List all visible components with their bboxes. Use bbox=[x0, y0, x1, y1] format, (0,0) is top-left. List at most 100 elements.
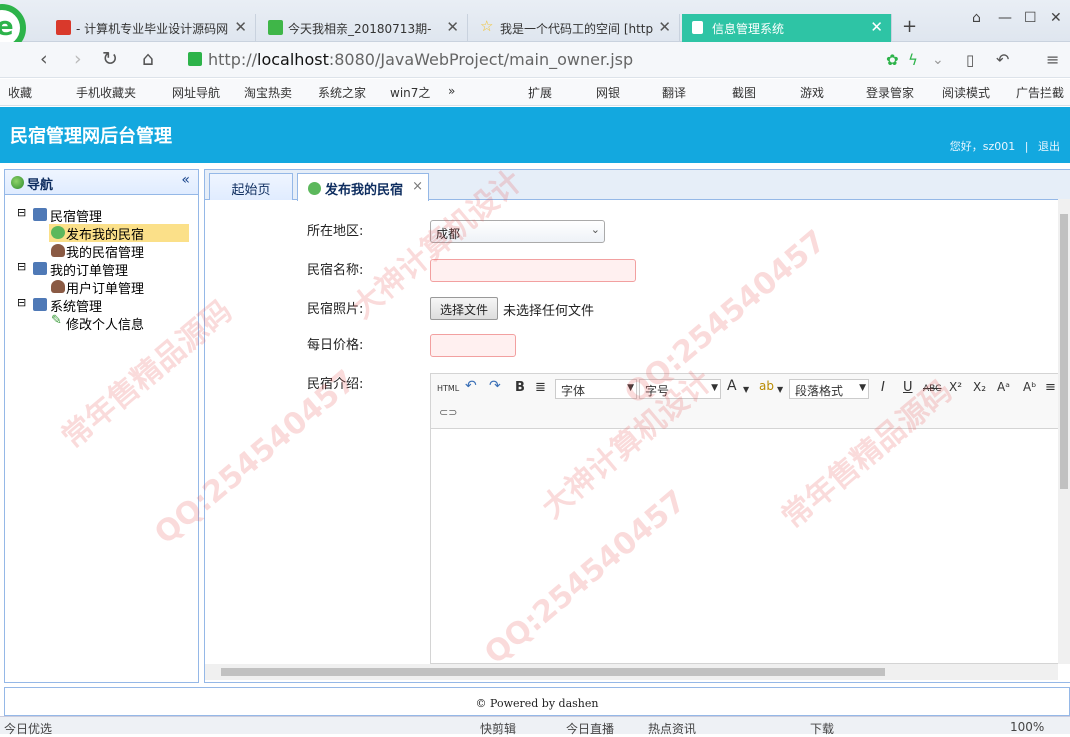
minimize-button[interactable]: — bbox=[998, 10, 1012, 26]
tab-publish[interactable]: 发布我的民宿 × bbox=[297, 173, 429, 201]
bookmark-item[interactable]: 登录管家 bbox=[866, 84, 914, 101]
refresh-icon[interactable]: ↻ bbox=[102, 48, 118, 70]
back-icon[interactable]: ‹ bbox=[40, 48, 48, 70]
bookmark-item[interactable]: 翻译 bbox=[662, 84, 686, 101]
browser-tab-1[interactable]: - 计算机专业毕业设计源码网 ✕ bbox=[46, 14, 256, 42]
list-icon[interactable]: ≣ bbox=[535, 380, 546, 395]
browser-tab-active[interactable]: 信息管理系统 ✕ bbox=[682, 14, 892, 42]
skin-icon[interactable]: ⌂ bbox=[972, 10, 981, 26]
redo-icon[interactable]: ↷ bbox=[489, 378, 501, 394]
tree-node-user-orders[interactable]: 用户订单管理 bbox=[49, 278, 189, 297]
horizontal-scrollbar[interactable] bbox=[205, 664, 1058, 680]
phone-icon[interactable]: ▯ bbox=[966, 51, 974, 69]
maximize-button[interactable]: ☐ bbox=[1024, 10, 1037, 26]
status-item[interactable]: 今日直播 bbox=[566, 720, 614, 737]
bookmark-item[interactable]: 手机收藏夹 bbox=[76, 84, 136, 101]
status-item[interactable]: 今日优选 bbox=[4, 720, 52, 737]
photo-label: 民宿照片: bbox=[307, 302, 364, 317]
status-item[interactable]: 下载 bbox=[810, 720, 834, 737]
font-color-button[interactable]: A bbox=[727, 378, 737, 394]
close-icon[interactable]: ✕ bbox=[234, 18, 247, 36]
font-case-icon[interactable]: Aᵇ bbox=[1023, 380, 1036, 394]
lightning-icon[interactable]: ϟ bbox=[908, 51, 918, 69]
bookmark-more[interactable]: » bbox=[448, 84, 455, 98]
bookmark-item[interactable]: 收藏 bbox=[8, 84, 32, 101]
menu-icon[interactable]: ≡ bbox=[1046, 50, 1059, 69]
page-icon bbox=[692, 21, 703, 34]
collapse-toggle-icon[interactable]: ⊟ bbox=[17, 296, 26, 309]
bookmark-item[interactable]: 广告拦截 bbox=[1016, 84, 1064, 101]
bookmark-item[interactable]: win7之 bbox=[390, 84, 430, 101]
computer-icon bbox=[33, 298, 47, 311]
subscript-button[interactable]: X₂ bbox=[973, 380, 986, 394]
name-label: 民宿名称: bbox=[307, 263, 364, 278]
dropdown-arrow-icon: ▼ bbox=[859, 383, 866, 393]
tree-node-my-minsu[interactable]: 我的民宿管理 bbox=[49, 242, 189, 261]
price-input[interactable] bbox=[430, 334, 516, 357]
bookmark-item[interactable]: 扩展 bbox=[528, 84, 552, 101]
undo-icon[interactable]: ↶ bbox=[996, 50, 1009, 69]
highlight-icon[interactable]: ab bbox=[759, 379, 774, 393]
status-item[interactable]: 快剪辑 bbox=[480, 720, 516, 737]
scrollbar-thumb[interactable] bbox=[221, 668, 885, 676]
bookmark-item[interactable]: 网址导航 bbox=[172, 84, 220, 101]
tree-node-system[interactable]: ⊟ 系统管理 bbox=[17, 296, 197, 315]
bookmark-item[interactable]: 截图 bbox=[732, 84, 756, 101]
accelerate-icon[interactable]: ✿ bbox=[886, 51, 899, 69]
bookmark-item[interactable]: 游戏 bbox=[800, 84, 824, 101]
bookmark-item[interactable]: 淘宝热卖 bbox=[244, 84, 292, 101]
tab-home[interactable]: 起始页 bbox=[209, 173, 293, 200]
bookmark-item[interactable]: 阅读模式 bbox=[942, 84, 990, 101]
close-icon[interactable]: ✕ bbox=[446, 18, 459, 36]
home-icon[interactable]: ⌂ bbox=[142, 48, 154, 70]
tree-node-publish[interactable]: 发布我的民宿 bbox=[49, 224, 189, 243]
collapse-toggle-icon[interactable]: ⊟ bbox=[17, 206, 26, 219]
html-source-button[interactable]: HTML bbox=[437, 384, 459, 393]
browser-tab-3[interactable]: ☆ 我是一个代码工的空间 [http ✕ bbox=[470, 14, 680, 42]
tree-node-profile[interactable]: ✎ 修改个人信息 bbox=[49, 313, 189, 333]
bookmark-item[interactable]: 系统之家 bbox=[318, 84, 366, 101]
page-footer: © Powered by dashen bbox=[4, 687, 1070, 716]
tree-node-orders[interactable]: ⊟ 我的订单管理 bbox=[17, 260, 197, 279]
paragraph-format-select[interactable]: 段落格式 ▼ bbox=[789, 379, 869, 399]
collapse-toggle-icon[interactable]: ⊟ bbox=[17, 260, 26, 273]
browser-tab-2[interactable]: 今天我相亲_20180713期- ✕ bbox=[258, 14, 468, 42]
forward-icon[interactable]: › bbox=[74, 48, 82, 70]
undo-icon[interactable]: ↶ bbox=[465, 378, 477, 394]
vertical-scrollbar[interactable] bbox=[1058, 199, 1070, 664]
font-family-select[interactable]: 字体 ▼ bbox=[555, 379, 637, 399]
choose-file-button[interactable]: 选择文件 bbox=[430, 297, 498, 320]
tree-label: 用户订单管理 bbox=[66, 282, 145, 297]
link-icon[interactable]: ⊂⊃ bbox=[439, 406, 457, 419]
collapse-icon[interactable]: « bbox=[181, 172, 190, 188]
close-icon[interactable]: × bbox=[412, 179, 423, 194]
align-left-icon[interactable]: ≡ bbox=[1045, 380, 1056, 395]
region-select[interactable]: 成都 ⌄ bbox=[430, 220, 605, 243]
url-bar[interactable]: http://localhost:8080/JavaWebProject/mai… bbox=[184, 47, 884, 73]
status-item[interactable]: 热点资讯 bbox=[648, 720, 696, 737]
tree-node-minsu[interactable]: ⊟ 民宿管理 bbox=[17, 206, 197, 225]
font-size-value: 字号 bbox=[645, 384, 670, 398]
close-icon[interactable]: ✕ bbox=[658, 18, 671, 36]
bold-button[interactable]: B bbox=[515, 380, 525, 395]
new-tab-button[interactable]: + bbox=[902, 16, 917, 37]
font-size-select[interactable]: 字号 ▼ bbox=[639, 379, 721, 399]
strikethrough-button[interactable]: ABC bbox=[923, 384, 941, 394]
dropdown-arrow-icon[interactable]: ▼ bbox=[743, 385, 749, 394]
url-path: :8080/JavaWebProject/main_owner.jsp bbox=[328, 50, 634, 69]
underline-button[interactable]: U bbox=[903, 380, 913, 395]
superscript-button[interactable]: X² bbox=[949, 380, 962, 394]
dropdown-arrow-icon[interactable]: ▼ bbox=[777, 385, 783, 394]
intro-editor[interactable]: HTML ↶ ↷ B ≣ 字体 ▼ 字号 ▼ A ▼ ab ▼ 段落格式 ▼ I U … bbox=[430, 373, 1061, 664]
name-input[interactable] bbox=[430, 259, 636, 282]
bookmark-item[interactable]: 网银 bbox=[596, 84, 620, 101]
zoom-level[interactable]: 100% bbox=[1010, 720, 1044, 734]
logout-link[interactable]: 退出 bbox=[1038, 140, 1060, 153]
close-icon[interactable]: ✕ bbox=[870, 18, 883, 36]
dropdown-icon[interactable]: ⌄ bbox=[932, 52, 944, 68]
scrollbar-thumb[interactable] bbox=[1060, 214, 1068, 489]
app-header: 民宿管理网后台管理 您好，sz001 | 退出 bbox=[0, 107, 1070, 163]
close-window-button[interactable]: ✕ bbox=[1050, 10, 1062, 26]
clear-format-icon[interactable]: Aᵃ bbox=[997, 380, 1010, 394]
italic-button[interactable]: I bbox=[881, 380, 885, 395]
